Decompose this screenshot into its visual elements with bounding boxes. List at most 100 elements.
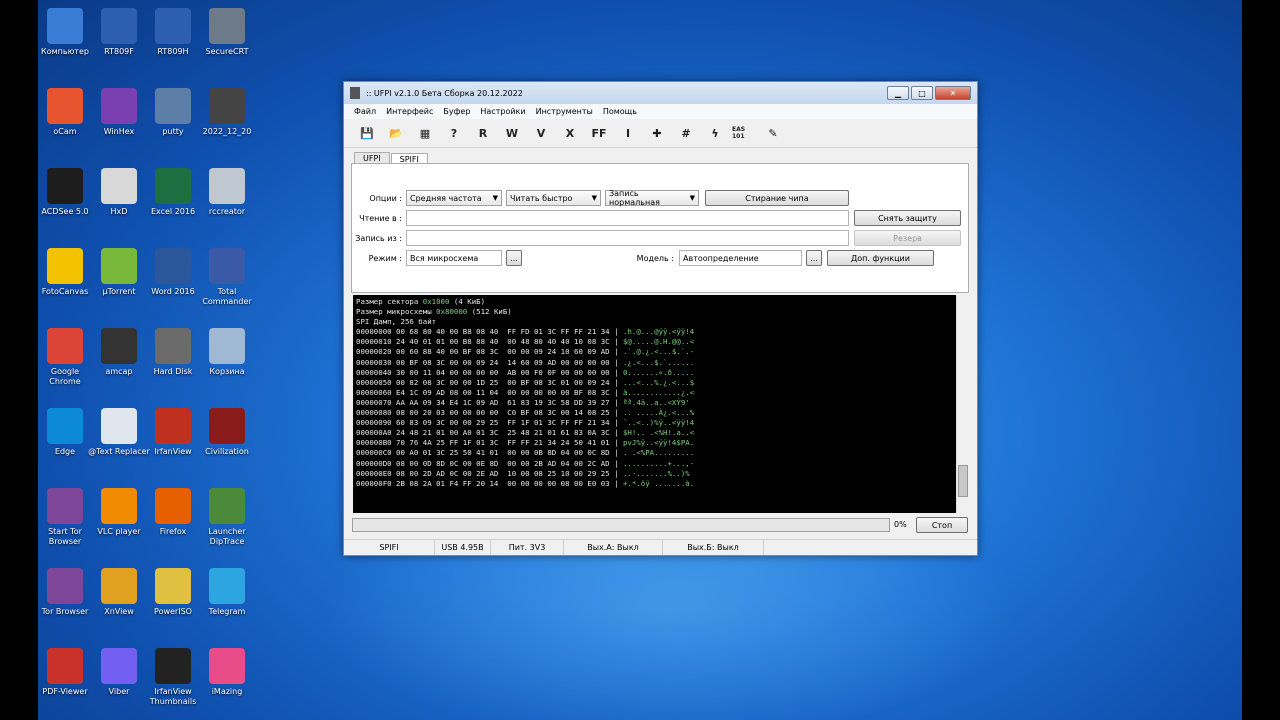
rccreator-icon: [209, 168, 245, 204]
detect-button[interactable]: ?: [441, 120, 467, 146]
desktop-icon-winhex[interactable]: WinHex: [88, 88, 150, 137]
chip-size-line: Размер микросхемы 0x80000 (512 КиБ): [356, 307, 512, 317]
hex-dump-line: 00000000 00 68 80 40 00 B8 08 40 FF FD 0…: [356, 327, 695, 337]
edit-button[interactable]: ✎: [760, 120, 786, 146]
detect-icon: ?: [450, 126, 458, 140]
winhex-icon: [101, 88, 137, 124]
extra-functions-button[interactable]: Доп. функции: [827, 250, 934, 266]
window-titlebar[interactable]: :: UFPI v2.1.0 Бета Сборка 20.12.2022 ▁ …: [344, 82, 977, 104]
desktop-icon-label: rccreator: [208, 207, 246, 216]
desktop-icon-label: RT809F: [104, 47, 134, 56]
unprotect-button[interactable]: Снять защиту: [854, 210, 961, 226]
hex-dump-line: 00000020 00 60 88 40 00 BF 08 3C 00 00 0…: [356, 347, 695, 357]
desktop-icon-firefox[interactable]: Firefox: [142, 488, 204, 537]
log-console[interactable]: Размер сектора 0x1000 (4 КиБ) Размер микр…: [353, 295, 967, 513]
eas101-button[interactable]: EAS 101: [731, 120, 757, 146]
mode-field[interactable]: Вся микросхема: [406, 250, 502, 266]
menu-settings[interactable]: Настройки: [480, 107, 525, 116]
desktop-icon-civilization[interactable]: Civilization: [196, 408, 258, 457]
read-mode-select[interactable]: Читать быстро ▼: [506, 190, 601, 206]
scrollbar-thumb[interactable]: [958, 465, 968, 497]
protect-icon: ꓲ: [625, 126, 631, 140]
desktop-icon-securecrt[interactable]: SecureCRT: [196, 8, 258, 57]
minimize-button[interactable]: ▁: [887, 86, 909, 100]
recycle-bin-icon: [209, 328, 245, 364]
erase-chip-button[interactable]: Стирание чипа: [705, 190, 849, 206]
toolbar: 💾 📂 ▦? R W V X FF ꓲ ✚ # ϟ EAS 101 ✎: [344, 119, 977, 148]
desktop-icon-hxd[interactable]: HxD: [88, 168, 150, 217]
lightning-button[interactable]: ϟ: [702, 120, 728, 146]
desktop-icon-recycle-bin[interactable]: Корзина: [196, 328, 258, 377]
desktop-icon-ifixfrog[interactable]: RT809H: [142, 8, 204, 57]
desktop-icon-label: IrfanView: [154, 447, 192, 456]
model-browse-button[interactable]: ...: [806, 250, 822, 266]
desktop-icon-imazing[interactable]: iMazing: [196, 648, 258, 697]
firefox-icon: [155, 488, 191, 524]
desktop-icon-telegram[interactable]: Telegram: [196, 568, 258, 617]
poweriso-icon: [155, 568, 191, 604]
blank-check-button[interactable]: FF: [586, 120, 612, 146]
pdf-icon: [47, 648, 83, 684]
maximize-button[interactable]: □: [911, 86, 933, 100]
chip-button[interactable]: ▦: [412, 120, 438, 146]
model-field[interactable]: Автоопределение: [679, 250, 802, 266]
hex-dump-line: 000000A0 24 48 21 01 00 A0 01 3C 25 48 2…: [356, 428, 695, 438]
read-to-field[interactable]: [406, 210, 849, 226]
acdsee-icon: [47, 168, 83, 204]
desktop-icon-poweriso[interactable]: PowerISO: [142, 568, 204, 617]
hex-dump-line: 00000010 24 40 01 01 00 B8 88 40 00 48 8…: [356, 337, 695, 347]
verify-button[interactable]: V: [528, 120, 554, 146]
desktop-icon-panda[interactable]: IrfanView Thumbnails: [142, 648, 204, 707]
desktop-icon-putty[interactable]: putty: [142, 88, 204, 137]
desktop-icon-irfanview[interactable]: IrfanView: [142, 408, 204, 457]
reserve-button[interactable]: Резерв: [854, 230, 961, 246]
erase-icon: X: [565, 126, 575, 140]
open-folder-button[interactable]: 📂: [383, 120, 409, 146]
erase-button[interactable]: X: [557, 120, 583, 146]
desktop-icon-text-replacer[interactable]: @Text Replacer: [88, 408, 150, 457]
menu-file[interactable]: Файл: [354, 107, 376, 116]
menu-help[interactable]: Помощь: [603, 107, 637, 116]
write-icon: W: [505, 126, 519, 140]
close-button[interactable]: ✕: [935, 86, 971, 100]
desktop-icon-camera[interactable]: amcap: [88, 328, 150, 377]
desktop-icon-xnview[interactable]: XnView: [88, 568, 150, 617]
edit-icon: ✎: [768, 126, 778, 140]
frequency-select[interactable]: Средняя частота ▼: [406, 190, 502, 206]
hex-dump-line: 000000F0 2B 08 2A 01 F4 FF 20 14 00 00 0…: [356, 478, 695, 488]
console-scrollbar[interactable]: [956, 295, 968, 513]
word-icon: [155, 248, 191, 284]
desktop-icon-diptrace[interactable]: Launcher DipTrace: [196, 488, 258, 547]
write-mode-select[interactable]: Запись нормальная ▼: [605, 189, 699, 207]
menu-buffer[interactable]: Буфер: [443, 107, 470, 116]
desktop-icon-vlc[interactable]: VLC player: [88, 488, 150, 537]
menu-interface[interactable]: Интерфейс: [386, 107, 433, 116]
desktop-icon-label: 2022_12_20: [202, 127, 252, 136]
ifixfrog-icon: [155, 8, 191, 44]
hex-dump-line: 000000C0 00 A0 01 3C 25 50 41 01 00 00 0…: [356, 448, 695, 458]
read-button[interactable]: R: [470, 120, 496, 146]
stop-button[interactable]: Стоп: [916, 517, 968, 533]
ufpi-window[interactable]: :: UFPI v2.1.0 Бета Сборка 20.12.2022 ▁ …: [343, 81, 978, 556]
tor-icon: [47, 488, 83, 524]
desktop-icon-floppy[interactable]: Total Commander: [196, 248, 258, 307]
write-from-field[interactable]: [406, 230, 849, 246]
mode-browse-button[interactable]: ...: [506, 250, 522, 266]
menu-tools[interactable]: Инструменты: [536, 107, 593, 116]
protect-button[interactable]: ꓲ: [615, 120, 641, 146]
desktop-icon-label: Корзина: [209, 367, 245, 376]
desktop-icon-chip[interactable]: 2022_12_20: [196, 88, 258, 137]
save-button[interactable]: 💾: [354, 120, 380, 146]
hex-dump-line: 00000030 00 BF 08 3C 00 00 09 24 14 60 0…: [356, 357, 695, 367]
desktop-icon-word[interactable]: Word 2016: [142, 248, 204, 297]
desktop-icon-rccreator[interactable]: rccreator: [196, 168, 258, 217]
desktop-icon-excel[interactable]: Excel 2016: [142, 168, 204, 217]
desktop-icon-harddisk[interactable]: Hard Disk: [142, 328, 204, 377]
hash-button[interactable]: #: [673, 120, 699, 146]
desktop-icon-ifixfrog[interactable]: RT809F: [88, 8, 150, 57]
plus-button[interactable]: ✚: [644, 120, 670, 146]
desktop-icon-utorrent[interactable]: µTorrent: [88, 248, 150, 297]
desktop-icon-label: Firefox: [159, 527, 187, 536]
desktop-icon-viber[interactable]: Viber: [88, 648, 150, 697]
write-button[interactable]: W: [499, 120, 525, 146]
